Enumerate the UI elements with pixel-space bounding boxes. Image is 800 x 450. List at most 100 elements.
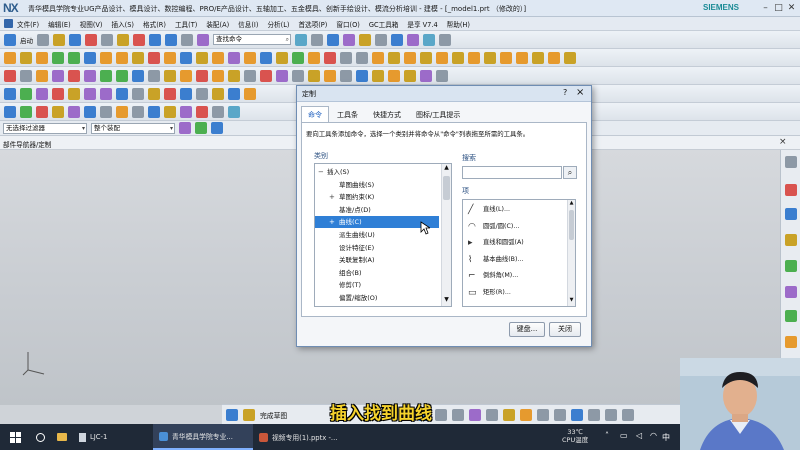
category-item[interactable]: 关联复制(A) [315,254,439,266]
trim-sheet-icon[interactable] [324,69,336,82]
pan-icon[interactable] [244,87,256,100]
extrude-icon[interactable] [20,51,32,64]
intersection-icon[interactable] [84,105,96,118]
part-navigator-icon[interactable] [785,156,797,168]
more-tools-icon[interactable] [622,408,635,421]
command-item[interactable]: ╱ 直线(L)... [463,202,567,218]
arrow-right-icon[interactable] [116,69,128,82]
trim-body-icon[interactable] [260,51,272,64]
select-all-icon[interactable] [195,122,207,134]
ruled-icon[interactable] [292,69,304,82]
helix-icon[interactable] [404,69,416,82]
volume-icon[interactable]: ◁ [636,431,642,440]
datum-icon[interactable] [532,51,544,64]
snap-icon[interactable] [439,33,451,46]
close-window-button[interactable]: ✕ [785,1,798,15]
scroll-thumb[interactable] [569,210,574,240]
hide-icon[interactable] [164,87,176,100]
network-icon[interactable]: ▭ [620,431,628,440]
redo-icon[interactable] [165,33,177,46]
close-button[interactable]: 关闭 [549,322,581,337]
type-filter-dropdown[interactable]: 无选择过滤器 ▾ [3,122,87,134]
on-face-icon[interactable] [164,105,176,118]
orient-icon[interactable] [391,33,403,46]
extract-icon[interactable] [516,51,528,64]
curve-on-surface-icon[interactable] [356,69,368,82]
task-view-button[interactable] [30,424,51,450]
menu-window[interactable]: 窗口(O) [336,19,360,29]
dialog-title-bar[interactable]: 定制 ? × [297,86,591,102]
on-curve-icon[interactable] [148,105,160,118]
boss-icon[interactable] [68,51,80,64]
extension-icon[interactable] [340,69,352,82]
assembly-scope-dropdown[interactable]: 整个装配 ▾ [91,122,175,134]
search-icon[interactable]: ⌕ [563,166,577,179]
bridge-icon[interactable] [260,69,272,82]
flag-icon[interactable] [212,87,224,100]
command-item[interactable]: ▸ 直线和圆弧(A) [463,235,567,251]
blend-icon[interactable] [164,51,176,64]
body-icon[interactable] [500,51,512,64]
mid-point-icon[interactable] [52,105,64,118]
collapse-icon[interactable]: − [318,166,324,178]
menu-analysis[interactable]: 分析(L) [267,19,289,29]
plane-icon[interactable] [548,51,560,64]
menu-gc-toolbox[interactable]: GC工具箱 [369,19,399,29]
unite-icon[interactable] [116,51,128,64]
arc-sketch-icon[interactable] [452,408,465,421]
dimension-sketch-icon[interactable] [605,408,618,421]
start-icon[interactable] [4,33,16,46]
shading-icon[interactable] [311,33,323,46]
sphere-icon[interactable] [388,51,400,64]
render-icon[interactable] [295,33,307,46]
command-item[interactable]: ⌇ 基本曲线(B)... [463,252,567,268]
pattern-sketch-icon[interactable] [571,408,584,421]
toolbar-options-icon[interactable] [197,33,209,46]
offset-sketch-icon[interactable] [554,408,567,421]
pattern-icon[interactable] [228,51,240,64]
measure-icon[interactable] [148,69,160,82]
ime-indicator[interactable]: 中 [662,432,670,443]
items-scrollbar[interactable]: ▲ ▼ [567,200,575,306]
command-item[interactable]: ▭ 矩形(R)... [463,285,567,301]
command-item[interactable]: ⌐ 倒斜角(M)... [463,268,567,284]
save-icon[interactable] [69,33,81,46]
menu-icon[interactable] [4,19,13,28]
sketch-icon[interactable] [4,51,16,64]
menu-format[interactable]: 格式(R) [143,19,166,29]
tab-shortcuts[interactable]: 快捷方式 [366,106,408,122]
check-icon[interactable] [20,87,32,100]
taskbar-app-pptx[interactable]: 视频专用(1).pptx -... [253,424,353,450]
layer-icon[interactable] [407,33,419,46]
scroll-down-icon[interactable]: ▼ [442,296,451,305]
show-icon[interactable] [180,87,192,100]
axis-icon[interactable] [564,51,576,64]
reuse-library-icon[interactable] [785,234,797,246]
category-item[interactable]: 偏置/缩放(O) [315,292,439,304]
paste-icon[interactable] [117,33,129,46]
cube-icon[interactable] [327,33,339,46]
arrow-left-icon[interactable] [100,69,112,82]
light-icon[interactable] [359,33,371,46]
menu-plugin[interactable]: 是享 V7.4 [407,19,437,29]
circle-sketch-icon[interactable] [469,408,482,421]
grid-icon[interactable] [68,87,80,100]
bounded-grid-icon[interactable] [180,105,192,118]
material-icon[interactable] [343,33,355,46]
menu-insert[interactable]: 插入(S) [111,19,134,29]
menu-info[interactable]: 信息(I) [238,19,258,29]
transform-icon[interactable] [84,69,96,82]
projection-icon[interactable] [372,69,384,82]
mirror-icon[interactable] [244,51,256,64]
wcs-display-icon[interactable] [4,105,16,118]
scroll-thumb[interactable] [443,176,450,200]
section-icon[interactable] [52,87,64,100]
filter-icon[interactable] [84,87,96,100]
cylinder-icon[interactable] [356,51,368,64]
extend-sketch-icon[interactable] [520,408,533,421]
command-search-input[interactable]: 查找命令 ⌕ [213,34,291,45]
analysis-icon[interactable] [4,87,16,100]
existing-point-icon[interactable] [132,105,144,118]
taskbar-app-nx[interactable]: 青华模具学院专业... [153,424,253,450]
pole-icon[interactable] [196,105,208,118]
